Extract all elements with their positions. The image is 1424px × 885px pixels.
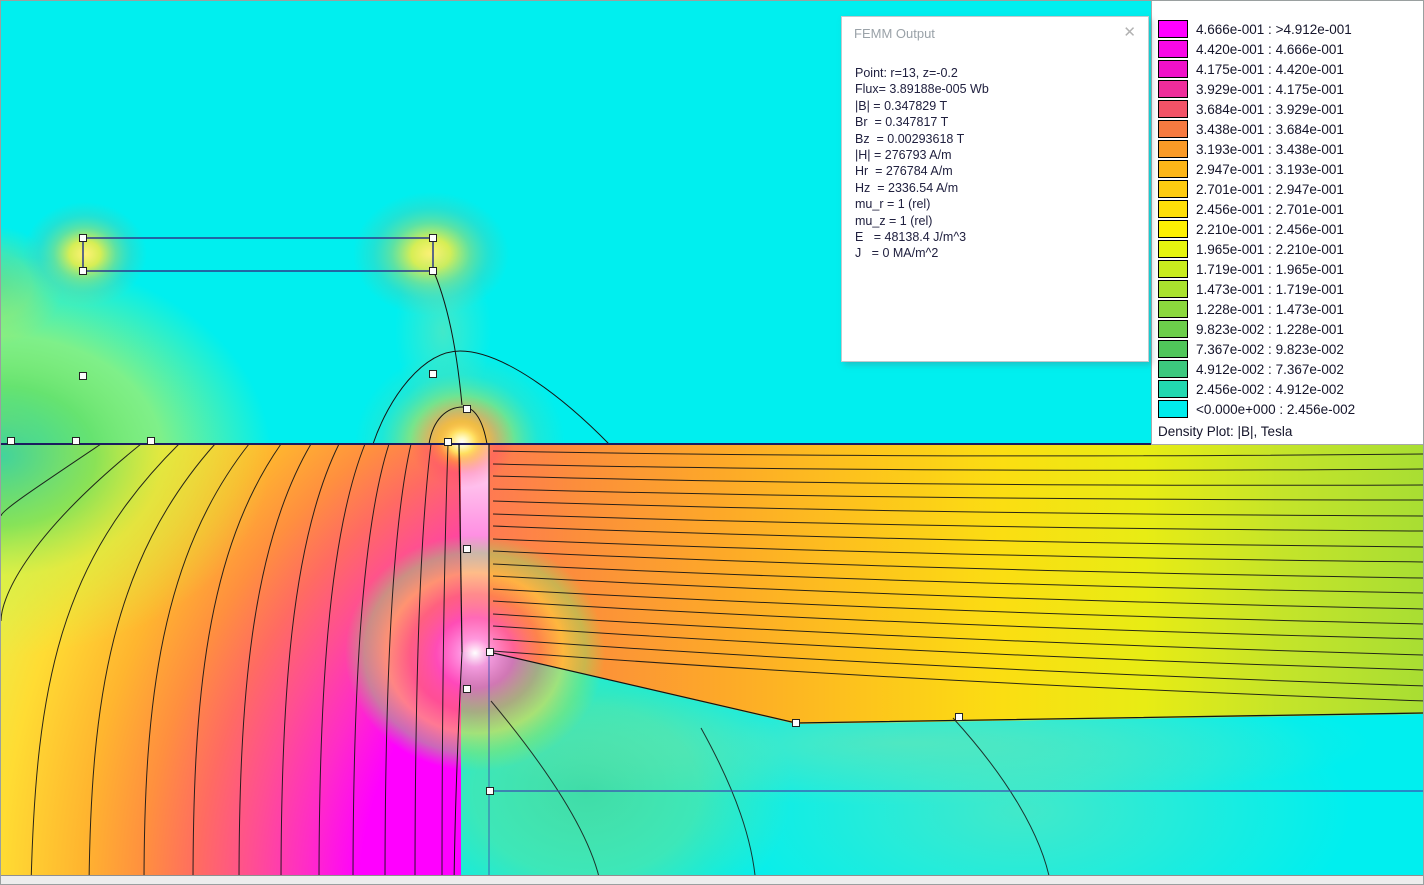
legend-range-label: 4.175e-001 : 4.420e-001 [1196,61,1344,77]
b-magnitude-text: |B| = 0.347829 T [855,98,948,113]
legend-range-label: 3.193e-001 : 3.438e-001 [1196,141,1344,157]
legend-row: 2.210e-001 : 2.456e-001 [1158,219,1423,239]
legend-caption: Density Plot: |B|, Tesla [1158,424,1293,439]
legend-range-label: 3.438e-001 : 3.684e-001 [1196,121,1344,137]
legend-swatch [1158,340,1188,358]
legend-swatch [1158,360,1188,378]
legend-row: 3.193e-001 : 3.438e-001 [1158,139,1423,159]
legend-range-label: 2.456e-001 : 2.701e-001 [1196,201,1344,217]
legend-row: 4.175e-001 : 4.420e-001 [1158,59,1423,79]
legend-row: 2.456e-002 : 4.912e-002 [1158,379,1423,399]
current-density-text: J = 0 MA/m^2 [855,246,939,261]
legend-range-label: 7.367e-002 : 9.823e-002 [1196,341,1344,357]
bottom-status-strip [1,875,1423,884]
femm-application-window: FEMM Output ✕ Point: r=13, z=-0.2 Flux= … [0,0,1424,885]
point-coordinates-text: Point: r=13, z=-0.2 [855,66,958,80]
legend-swatch [1158,240,1188,258]
legend-range-label: 1.965e-001 : 2.210e-001 [1196,241,1344,257]
legend-row: 2.947e-001 : 3.193e-001 [1158,159,1423,179]
legend-swatch [1158,120,1188,138]
close-icon[interactable]: ✕ [1123,24,1136,42]
femm-output-body: Point: r=13, z=-0.2 Flux= 3.89188e-005 W… [842,51,1148,262]
legend-swatch [1158,80,1188,98]
legend-range-label: 1.473e-001 : 1.719e-001 [1196,281,1344,297]
hr-value-text: Hr = 276784 A/m [855,164,953,179]
legend-range-label: 3.684e-001 : 3.929e-001 [1196,101,1344,117]
legend-range-label: 9.823e-002 : 1.228e-001 [1196,321,1344,337]
legend-swatch [1158,280,1188,298]
legend-range-label: 1.719e-001 : 1.965e-001 [1196,261,1344,277]
legend-swatch [1158,40,1188,58]
h-magnitude-text: |H| = 276793 A/m [855,148,952,163]
legend-swatch [1158,20,1188,38]
legend-row: 3.438e-001 : 3.684e-001 [1158,119,1423,139]
legend-swatch [1158,320,1188,338]
legend-range-label: 2.210e-001 : 2.456e-001 [1196,221,1344,237]
legend-swatch [1158,400,1188,418]
legend-row: <0.000e+000 : 2.456e-002 [1158,399,1423,419]
legend-range-label: 2.947e-001 : 3.193e-001 [1196,161,1344,177]
legend-range-label: 4.420e-001 : 4.666e-001 [1196,41,1344,57]
femm-output-title: FEMM Output [854,26,935,41]
legend-row: 4.912e-002 : 7.367e-002 [1158,359,1423,379]
legend-row: 7.367e-002 : 9.823e-002 [1158,339,1423,359]
legend-row: 1.228e-001 : 1.473e-001 [1158,299,1423,319]
legend-swatch [1158,380,1188,398]
legend-swatch [1158,300,1188,318]
legend-swatch [1158,180,1188,198]
hz-value-text: Hz = 2336.54 A/m [855,180,959,195]
legend-swatch [1158,100,1188,118]
flux-value-text: Flux= 3.89188e-005 Wb [855,82,989,97]
energy-density-text: E = 48138.4 J/m^3 [855,230,967,245]
bz-value-text: Bz = 0.00293618 T [855,131,965,146]
legend-row: 2.456e-001 : 2.701e-001 [1158,199,1423,219]
legend-swatch [1158,200,1188,218]
legend-row: 3.684e-001 : 3.929e-001 [1158,99,1423,119]
density-plot-legend: 4.666e-001 : >4.912e-001 4.420e-001 : 4.… [1151,1,1423,445]
legend-range-label: 4.912e-002 : 7.367e-002 [1196,361,1344,377]
legend-range-label: 1.228e-001 : 1.473e-001 [1196,301,1344,317]
legend-row: 4.420e-001 : 4.666e-001 [1158,39,1423,59]
femm-output-window: FEMM Output ✕ Point: r=13, z=-0.2 Flux= … [841,16,1149,362]
legend-row: 1.473e-001 : 1.719e-001 [1158,279,1423,299]
right-field-bar [489,444,1423,724]
legend-swatch [1158,220,1188,238]
legend-row: 4.666e-001 : >4.912e-001 [1158,19,1423,39]
legend-swatch [1158,260,1188,278]
legend-range-label: 2.456e-002 : 4.912e-002 [1196,381,1344,397]
legend-swatch [1158,140,1188,158]
legend-range-label: 2.701e-001 : 2.947e-001 [1196,181,1344,197]
br-value-text: Br = 0.347817 T [855,115,949,130]
mu-r-value-text: mu_r = 1 (rel) [855,197,931,212]
legend-range-label: <0.000e+000 : 2.456e-002 [1196,401,1356,417]
legend-row: 1.965e-001 : 2.210e-001 [1158,239,1423,259]
legend-row: 2.701e-001 : 2.947e-001 [1158,179,1423,199]
mu-z-value-text: mu_z = 1 (rel) [855,213,933,228]
femm-output-titlebar[interactable]: FEMM Output ✕ [842,17,1148,51]
legend-swatch [1158,60,1188,78]
legend-swatch [1158,160,1188,178]
legend-row: 9.823e-002 : 1.228e-001 [1158,319,1423,339]
legend-row: 3.929e-001 : 4.175e-001 [1158,79,1423,99]
legend-row: 1.719e-001 : 1.965e-001 [1158,259,1423,279]
legend-range-label: 3.929e-001 : 4.175e-001 [1196,81,1344,97]
legend-range-label: 4.666e-001 : >4.912e-001 [1196,21,1352,37]
